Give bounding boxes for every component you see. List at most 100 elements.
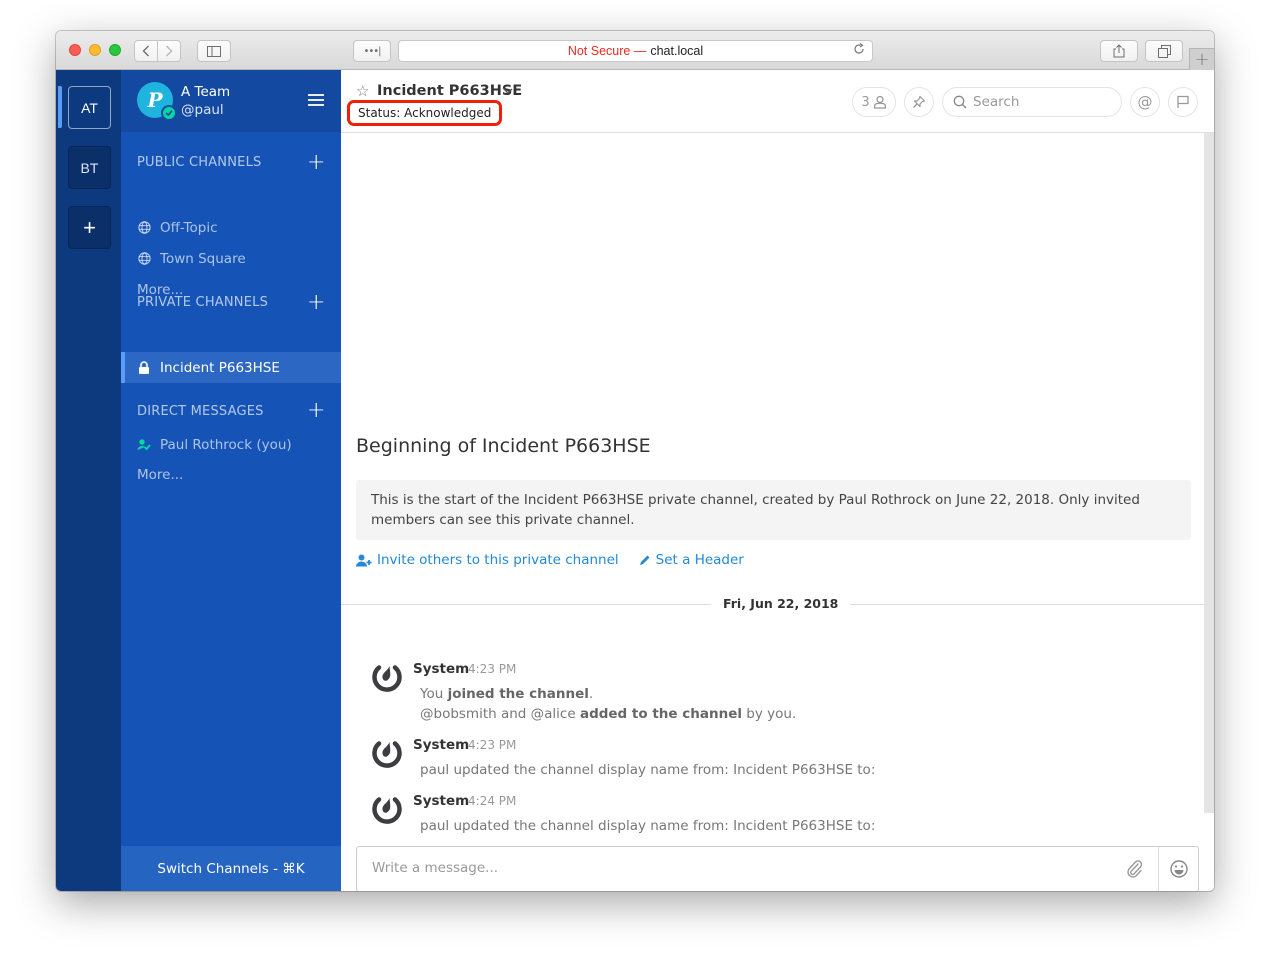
add-team-button[interactable]: + (68, 206, 111, 249)
composer-divider (1158, 847, 1159, 891)
add-public-channel-button[interactable]: + (307, 152, 325, 174)
url-text: chat.local (650, 44, 704, 58)
channel-status-badge: Status: Acknowledged (347, 100, 503, 126)
forward-button[interactable] (157, 40, 181, 62)
sidebar-item-label: Incident P663HSE (160, 359, 280, 376)
show-sidebar-button[interactable] (197, 40, 231, 62)
message-composer (356, 846, 1199, 891)
set-header-label: Set a Header (655, 552, 744, 568)
chevron-left-icon (142, 45, 149, 57)
sidebar-item-off-topic[interactable]: Off-Topic (121, 212, 341, 243)
new-tab-button[interactable]: + (1189, 48, 1214, 70)
pinned-posts-button[interactable] (904, 87, 934, 117)
team-button-bt[interactable]: BT (68, 146, 111, 189)
date-separator: Fri, Jun 22, 2018 (711, 596, 851, 611)
address-bar[interactable]: Not Secure — chat.local (398, 40, 873, 62)
active-team-indicator (58, 86, 62, 128)
system-avatar-icon (372, 797, 402, 824)
chevron-down-icon[interactable] (501, 83, 515, 97)
sidebar-item-label: Paul Rothrock (you) (160, 436, 292, 453)
back-button[interactable] (134, 40, 158, 62)
system-avatar-icon (372, 665, 402, 692)
browser-toolbar: •••| Not Secure — chat.local + (56, 31, 1214, 70)
channel-header: ☆ Incident P663HSE Status: Acknowledged … (341, 70, 1214, 133)
search-input[interactable] (973, 94, 1113, 110)
post-line: paul updated the channel display name fr… (420, 762, 876, 778)
more-direct-messages-link[interactable]: More... (137, 467, 183, 483)
search-box[interactable] (942, 87, 1122, 117)
pencil-icon (639, 555, 650, 565)
zoom-window-button[interactable] (109, 44, 121, 56)
channel-members-button[interactable]: 3 (852, 87, 896, 117)
tabs-icon (1157, 44, 1171, 58)
sidebar-item-label: Off-Topic (160, 219, 218, 236)
share-icon (1113, 44, 1125, 58)
username: @paul (181, 102, 224, 118)
star-icon[interactable]: ☆ (356, 82, 369, 100)
emoji-icon[interactable] (1169, 859, 1189, 879)
sidebar-header: P A Team @paul (121, 70, 341, 132)
browser-window: •••| Not Secure — chat.local + AT BT + P (56, 31, 1214, 891)
reload-icon[interactable] (853, 43, 865, 58)
online-status-icon (161, 105, 177, 121)
channel-intro-links: Invite others to this private channel Se… (356, 552, 744, 568)
post-line: You joined the channel. (420, 686, 594, 702)
main-content: ☆ Incident P663HSE Status: Acknowledged … (341, 70, 1214, 891)
switch-channels-button[interactable]: Switch Channels - ⌘K (121, 846, 341, 891)
post-line: @bobsmith and @alice added to the channe… (420, 706, 797, 722)
post-time[interactable]: 4:23 PM (468, 738, 516, 752)
channel-intro-description: This is the start of the Incident P663HS… (356, 480, 1191, 540)
post-author[interactable]: System (413, 737, 469, 753)
add-direct-message-button[interactable]: + (307, 400, 325, 422)
flag-icon (1177, 95, 1189, 108)
system-avatar-icon (372, 741, 402, 768)
invite-members-label: Invite others to this private channel (377, 552, 619, 568)
hamburger-menu-icon[interactable] (308, 94, 324, 106)
member-count: 3 (861, 94, 870, 110)
post-author[interactable]: System (413, 793, 469, 809)
not-secure-label: Not Secure — (567, 44, 647, 58)
sidebar-item-paul-rothrock[interactable]: Paul Rothrock (you) (121, 429, 341, 460)
channel-intro-title: Beginning of Incident P663HSE (356, 435, 651, 457)
tab-overview-button[interactable] (1145, 40, 1183, 62)
sidebar-item-label: Town Square (160, 250, 246, 267)
minimize-window-button[interactable] (89, 44, 101, 56)
post-message: paul updated the channel display name fr… (420, 760, 875, 780)
post-line: paul updated the channel display name fr… (420, 818, 876, 834)
team-name: A Team (181, 84, 231, 100)
sidebar-item-incident-p663hse[interactable]: Incident P663HSE (121, 352, 341, 383)
message-list-scrollbar[interactable] (1204, 133, 1214, 813)
post-time[interactable]: 4:23 PM (468, 662, 516, 676)
user-icon (873, 95, 886, 109)
message-input[interactable] (357, 847, 1117, 891)
sidebar-item-town-square[interactable]: Town Square (121, 243, 341, 274)
search-icon (953, 95, 967, 109)
globe-icon (137, 221, 151, 234)
post-message: paul updated the channel display name fr… (420, 816, 875, 836)
lock-icon (137, 361, 151, 374)
team-sidebar: AT BT + (56, 70, 121, 891)
pin-icon (913, 95, 926, 108)
direct-messages-heading: DIRECT MESSAGES (137, 404, 264, 419)
at-mention-icon: @ (1137, 93, 1153, 111)
add-user-icon (356, 554, 372, 566)
set-header-link[interactable]: Set a Header (639, 552, 744, 568)
add-private-channel-button[interactable]: + (307, 292, 325, 314)
user-online-icon (137, 438, 151, 451)
invite-members-link[interactable]: Invite others to this private channel (356, 552, 619, 568)
close-window-button[interactable] (69, 44, 81, 56)
flagged-posts-button[interactable] (1168, 87, 1198, 117)
recent-mentions-button[interactable]: @ (1130, 87, 1160, 117)
public-channels-heading: PUBLIC CHANNELS (137, 155, 262, 170)
reader-button[interactable]: •••| (353, 40, 391, 62)
team-button-at[interactable]: AT (68, 86, 111, 129)
private-channels-heading: PRIVATE CHANNELS (137, 295, 269, 310)
post-time[interactable]: 4:24 PM (468, 794, 516, 808)
channel-sidebar: P A Team @paul PUBLIC CHANNELS + Off-Top… (121, 70, 341, 891)
post-message: You joined the channel. @bobsmith and @a… (420, 684, 796, 724)
chevron-right-icon (166, 45, 173, 57)
sidebar-icon (207, 45, 221, 57)
share-button[interactable] (1100, 40, 1138, 62)
post-author[interactable]: System (413, 661, 469, 677)
paperclip-icon[interactable] (1125, 859, 1145, 879)
